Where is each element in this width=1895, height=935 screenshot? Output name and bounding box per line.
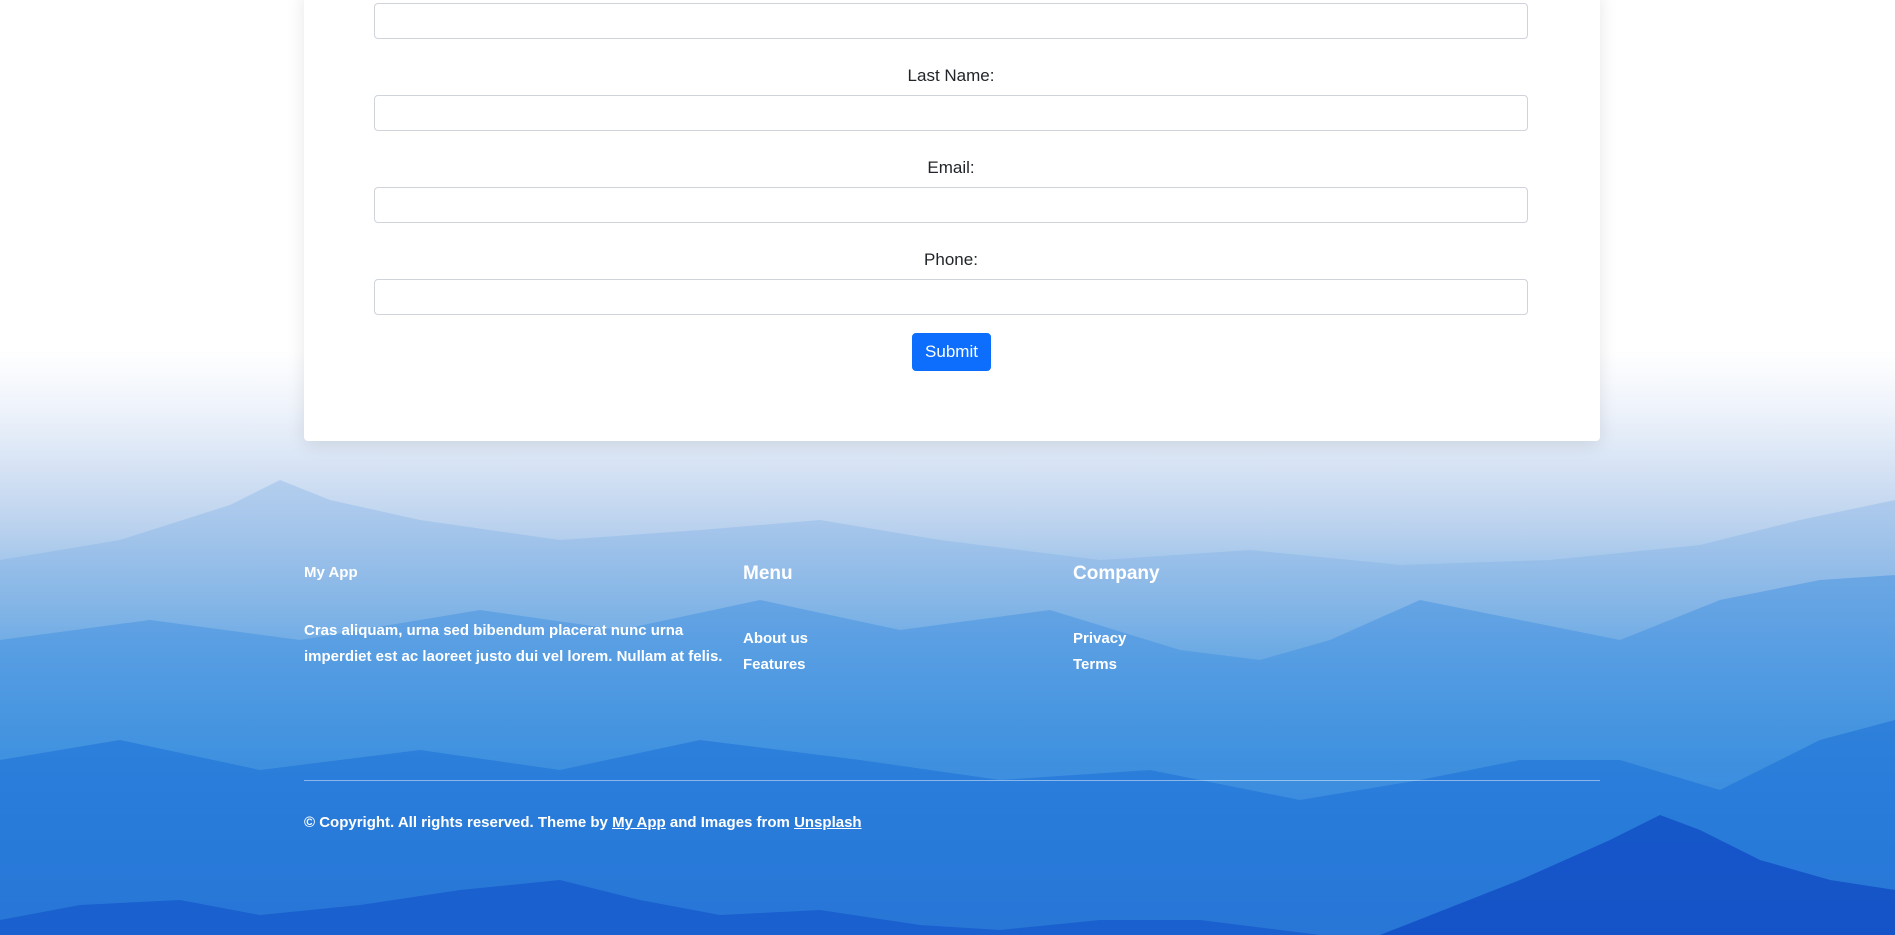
first-name-input[interactable] — [374, 3, 1528, 39]
footer-company-heading: Company — [1073, 563, 1160, 584]
footer-link-about-us[interactable]: About us — [743, 630, 808, 647]
footer-brand: My App — [304, 564, 358, 581]
footer-link-features[interactable]: Features — [743, 656, 806, 673]
copyright-middle: and Images from — [665, 814, 795, 831]
unsplash-link[interactable]: Unsplash — [794, 814, 862, 831]
footer-copyright: © Copyright. All rights reserved. Theme … — [304, 814, 862, 831]
footer-divider — [304, 780, 1600, 781]
email-input[interactable] — [374, 187, 1528, 223]
last-name-input[interactable] — [374, 95, 1528, 131]
footer-about-text: Cras aliquam, urna sed bibendum placerat… — [304, 622, 723, 665]
copyright-prefix: © Copyright. All rights reserved. Theme … — [304, 814, 613, 831]
footer-link-terms[interactable]: Terms — [1073, 656, 1117, 673]
phone-label: Phone: — [924, 250, 978, 269]
submit-button[interactable]: Submit — [912, 333, 991, 371]
phone-input[interactable] — [374, 279, 1528, 315]
email-label: Email: — [927, 158, 975, 177]
footer-link-privacy[interactable]: Privacy — [1073, 630, 1126, 647]
theme-link[interactable]: My App — [612, 814, 666, 831]
last-name-label: Last Name: — [907, 66, 995, 85]
footer-menu-heading: Menu — [743, 563, 793, 584]
